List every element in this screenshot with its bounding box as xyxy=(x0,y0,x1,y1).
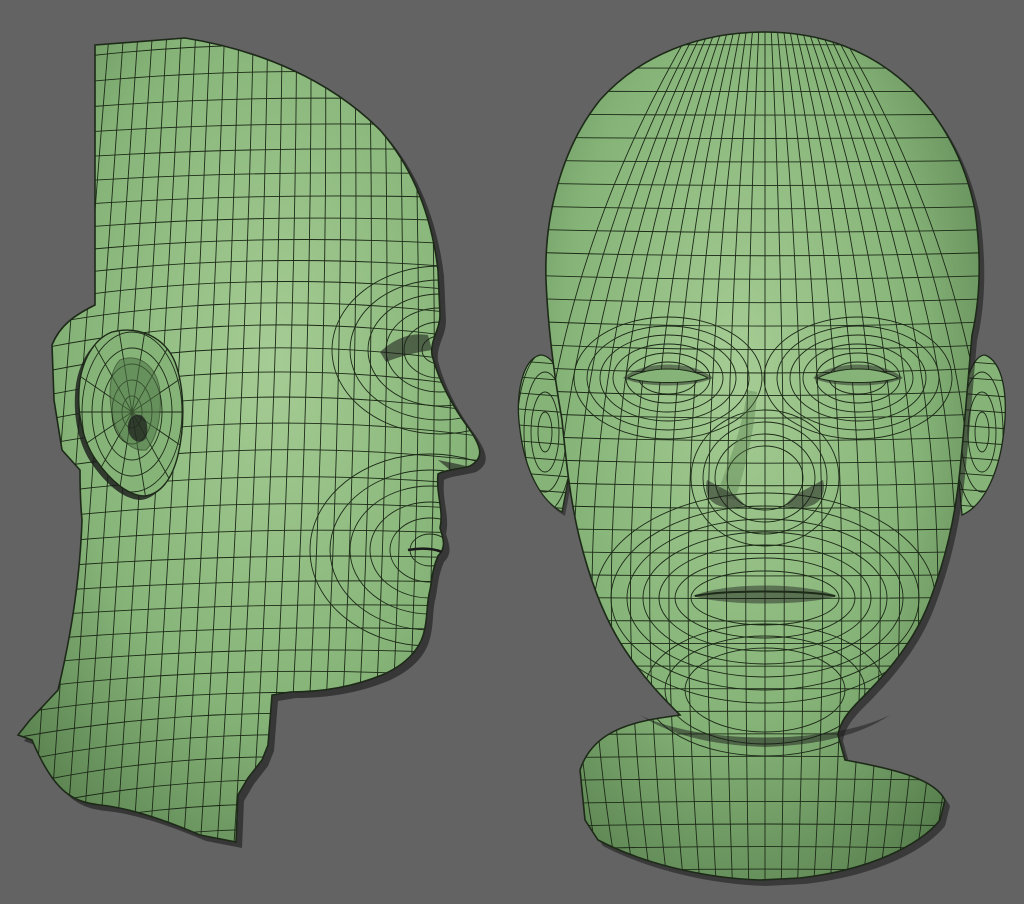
modeling-viewport[interactable] xyxy=(0,0,1024,904)
